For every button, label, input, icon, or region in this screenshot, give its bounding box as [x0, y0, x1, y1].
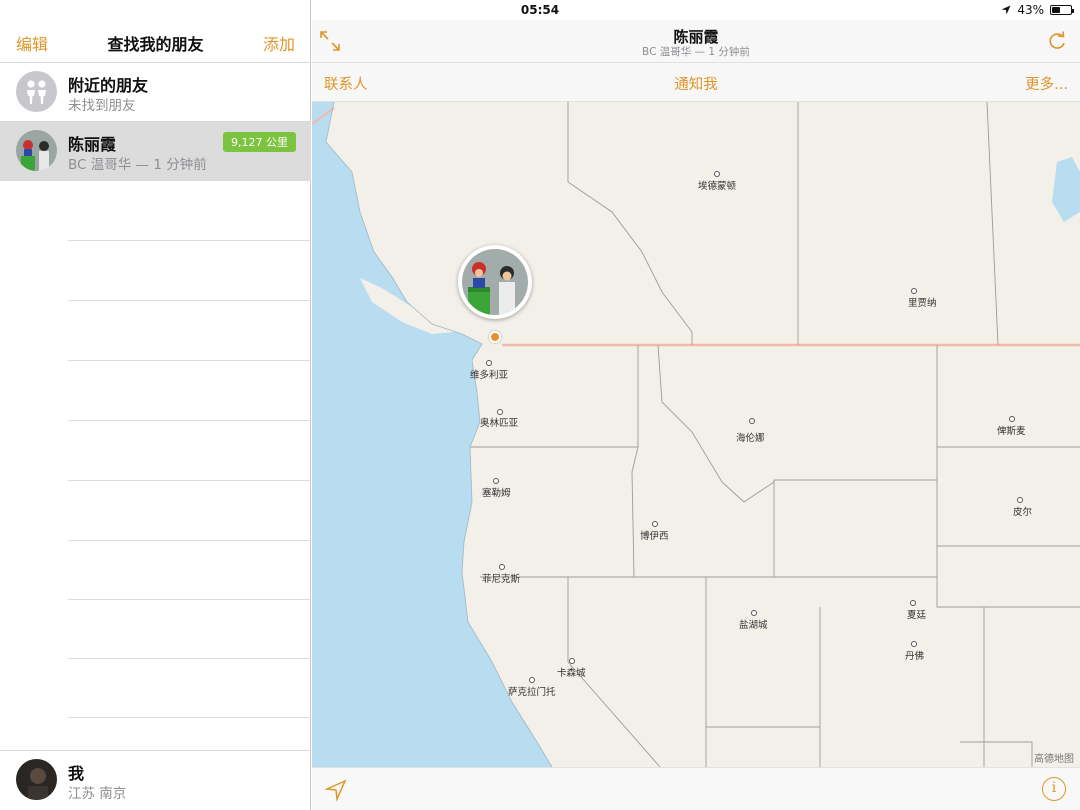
friend-avatar	[16, 130, 57, 171]
friend-name: 陈丽霞	[68, 135, 117, 154]
map-pane: 陈丽霞 BC 温哥华 — 1 分钟前 联系人 通知我 更多... 埃德蒙顿 里贾…	[312, 0, 1080, 810]
city-label: 皮尔	[1013, 507, 1033, 518]
friend-subtitle: BC 温哥华 — 1 分钟前	[642, 46, 750, 58]
list-divider	[68, 240, 311, 241]
city-marker	[499, 564, 505, 570]
list-divider	[68, 480, 311, 481]
list-divider	[68, 599, 311, 600]
city-label: 里贾纳	[908, 298, 937, 309]
map-bottom-bar: i	[312, 767, 1080, 810]
city-label: 萨克拉门托	[508, 687, 556, 698]
city-marker	[569, 658, 575, 664]
my-avatar	[16, 759, 57, 800]
nearby-friends-subtitle: 未找到朋友	[68, 98, 136, 114]
list-divider	[68, 360, 311, 361]
map-toolbar: 联系人 通知我 更多...	[312, 63, 1080, 102]
friend-location: BC 温哥华 — 1 分钟前	[68, 157, 207, 173]
map-navigation-bar: 陈丽霞 BC 温哥华 — 1 分钟前	[312, 20, 1080, 63]
nearby-friends-row[interactable]: 附近的朋友 未找到朋友	[0, 63, 311, 122]
city-label: 奥林匹亚	[480, 418, 519, 429]
city-marker	[529, 677, 535, 683]
map-attribution[interactable]: 高德地图	[1034, 750, 1074, 765]
city-label: 塞勒姆	[482, 488, 511, 499]
city-marker	[486, 360, 492, 366]
more-button[interactable]: 更多...	[1025, 73, 1068, 94]
city-marker	[493, 478, 499, 484]
city-marker	[652, 521, 658, 527]
city-marker	[1017, 497, 1023, 503]
nearby-friends-icon	[16, 71, 57, 112]
friend-location-dot	[489, 331, 501, 343]
city-marker	[751, 610, 757, 616]
my-name: 我	[68, 764, 85, 783]
city-label: 夏廷	[907, 610, 927, 621]
city-marker	[911, 641, 917, 647]
distance-badge: 9,127 公里	[223, 132, 296, 152]
map-view[interactable]: 埃德蒙顿 里贾纳 维多利亚 奥林匹亚 海伦娜 俾斯麦 塞勒姆 博伊西 皮尔 菲尼…	[312, 102, 1080, 767]
add-button[interactable]: 添加	[263, 31, 295, 55]
city-label: 俾斯麦	[997, 426, 1026, 437]
city-label: 埃德蒙顿	[698, 181, 737, 192]
city-marker	[1009, 416, 1015, 422]
my-location: 江苏 南京	[68, 786, 127, 802]
city-label: 海伦娜	[736, 433, 765, 444]
city-label: 菲尼克斯	[482, 574, 521, 585]
list-divider	[68, 540, 311, 541]
left-navigation-bar: 编辑 查找我的朋友 添加	[0, 20, 311, 63]
friend-pin-photo	[462, 249, 528, 315]
refresh-icon[interactable]	[1046, 30, 1068, 52]
edit-button[interactable]: 编辑	[16, 31, 48, 55]
city-label: 维多利亚	[470, 370, 509, 381]
city-label: 丹佛	[905, 651, 925, 662]
city-marker	[910, 600, 916, 606]
friends-list-pane: 编辑 查找我的朋友 添加 附近的朋友 未找到朋友 陈丽霞 BC 温哥华 — 1 …	[0, 0, 311, 810]
friend-row-selected[interactable]: 陈丽霞 BC 温哥华 — 1 分钟前 9,127 公里	[0, 122, 311, 181]
list-divider	[68, 420, 311, 421]
list-divider	[68, 658, 311, 659]
contacts-button[interactable]: 联系人	[324, 73, 368, 94]
me-row[interactable]: 我 江苏 南京	[0, 750, 311, 810]
city-label: 博伊西	[640, 531, 669, 542]
nearby-friends-title: 附近的朋友	[68, 76, 149, 95]
info-icon[interactable]: i	[1042, 777, 1066, 801]
list-divider	[68, 300, 311, 301]
location-arrow-icon[interactable]	[324, 778, 348, 802]
city-marker	[714, 171, 720, 177]
friend-map-pin[interactable]	[458, 245, 532, 319]
city-label: 盐湖城	[739, 620, 768, 631]
city-marker	[911, 288, 917, 294]
map-canvas	[312, 102, 1080, 767]
city-marker	[749, 418, 755, 424]
city-label: 卡森城	[557, 668, 586, 679]
notify-me-button[interactable]: 通知我	[674, 77, 718, 93]
list-divider	[68, 717, 311, 718]
